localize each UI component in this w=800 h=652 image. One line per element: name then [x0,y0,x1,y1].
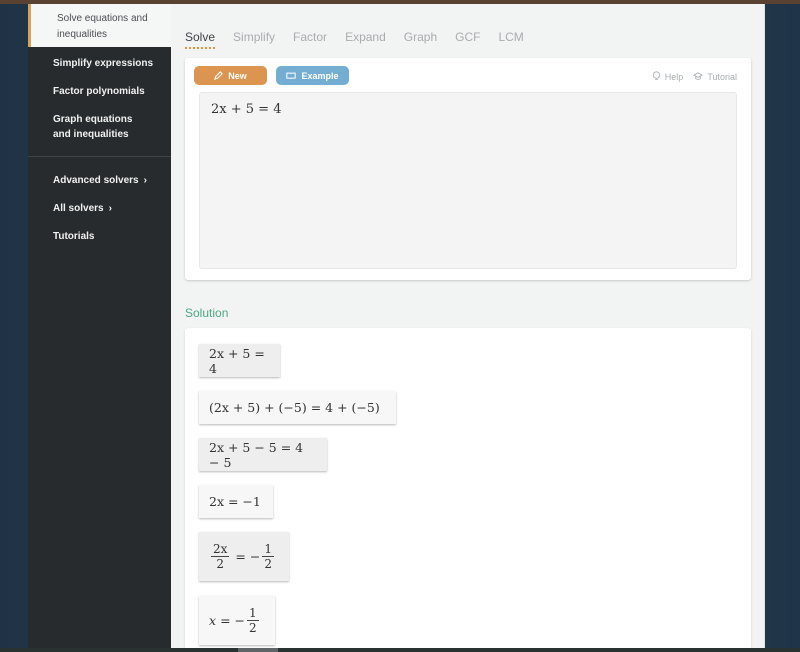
book-icon [286,72,297,80]
numerator: 1 [262,542,275,557]
sidebar-item-label: Graph equations and inequalities [53,114,133,140]
sidebar-item-label: Simplify expressions [53,58,154,69]
example-button-label: Example [301,70,339,81]
tab-expand[interactable]: Expand [345,30,386,49]
solution-title: Solution [185,306,229,320]
chevron-right-icon: › [143,175,147,186]
equation-value: 2x + 5 = 4 [211,102,282,117]
sidebar-item-solve-equations[interactable]: Solve equations and inequalities [28,4,171,47]
fraction: 2x 2 [211,542,230,571]
tab-simplify[interactable]: Simplify [233,30,275,49]
tutorial-label: Tutorial [707,72,737,82]
sidebar-item-label: Advanced solvers [53,175,139,186]
solution-step[interactable]: 2x + 5 − 5 = 4 − 5 [199,438,327,471]
new-button[interactable]: New [194,66,267,85]
solution-step[interactable]: (2x + 5) + (−5) = 4 + (−5) [199,391,396,424]
fraction: 1 2 [262,542,275,571]
scrollbar-thumb[interactable] [238,648,278,652]
content-edge [764,4,765,648]
lightbulb-icon [652,71,661,83]
pencil-icon [214,71,224,80]
sidebar-item-tutorials[interactable]: Tutorials [28,229,171,244]
solution-card: 2x + 5 = 4 (2x + 5) + (−5) = 4 + (−5) 2x… [185,328,751,652]
sidebar-item-label: Solve equations and inequalities [57,13,148,40]
denominator: 2 [249,621,257,635]
numerator: 2x [211,542,230,557]
equation-input[interactable]: 2x + 5 = 4 [199,92,737,269]
denominator: 2 [264,557,273,571]
graduation-cap-icon [693,71,704,83]
solution-step[interactable]: 2x + 5 = 4 [199,344,280,377]
tab-lcm[interactable]: LCM [498,30,523,49]
input-card: New Example Help Tutorial 2x + 5 = 4 [185,58,751,280]
sidebar: Solve equations and inequalities Simplif… [28,4,171,648]
sidebar-item-graph-equations[interactable]: Graph equations and inequalities [28,112,158,142]
sidebar-item-label: Tutorials [53,231,95,242]
horizontal-scrollbar[interactable] [0,648,800,652]
equals-sign: = [220,613,231,628]
tutorial-link[interactable]: Tutorial [693,71,737,83]
solution-step[interactable]: 2x = −1 [199,485,273,518]
help-links: Help Tutorial [652,71,737,83]
step-expression: 2x + 5 − 5 = 4 − 5 [209,439,304,470]
sidebar-item-simplify-expressions[interactable]: Simplify expressions [28,56,171,71]
variable: x [209,613,217,628]
sidebar-item-advanced-solvers[interactable]: Advanced solvers › [28,173,171,188]
step-expression: (2x + 5) + (−5) = 4 + (−5) [209,400,380,415]
equals-sign: = [235,549,246,564]
example-button[interactable]: Example [276,66,349,85]
solution-step[interactable]: 2x 2 = − 1 2 [199,532,289,581]
step-expression: 2x + 5 = 4 [209,345,265,376]
sidebar-item-all-solvers[interactable]: All solvers › [28,201,171,216]
help-label: Help [664,72,684,82]
denominator: 2 [216,557,225,571]
tab-factor[interactable]: Factor [293,30,327,49]
tab-graph[interactable]: Graph [404,30,437,49]
help-link[interactable]: Help [652,71,684,83]
sidebar-item-factor-polynomials[interactable]: Factor polynomials [28,84,171,99]
fraction: 1 2 [247,606,259,635]
minus-sign: − [249,549,261,564]
main-content: Solve Simplify Factor Expand Graph GCF L… [171,4,765,652]
solver-tabs: Solve Simplify Factor Expand Graph GCF L… [185,30,542,49]
step-expression: 2x = −1 [209,494,261,509]
sidebar-item-label: All solvers [53,203,104,214]
sidebar-item-label: Factor polynomials [53,86,145,97]
solution-step[interactable]: x = − 1 2 [199,596,275,645]
numerator: 1 [247,606,259,621]
tab-gcf[interactable]: GCF [455,30,480,49]
minus-sign: − [234,613,246,628]
new-button-label: New [228,70,247,81]
chevron-right-icon: › [108,203,112,214]
tab-solve[interactable]: Solve [185,30,216,49]
